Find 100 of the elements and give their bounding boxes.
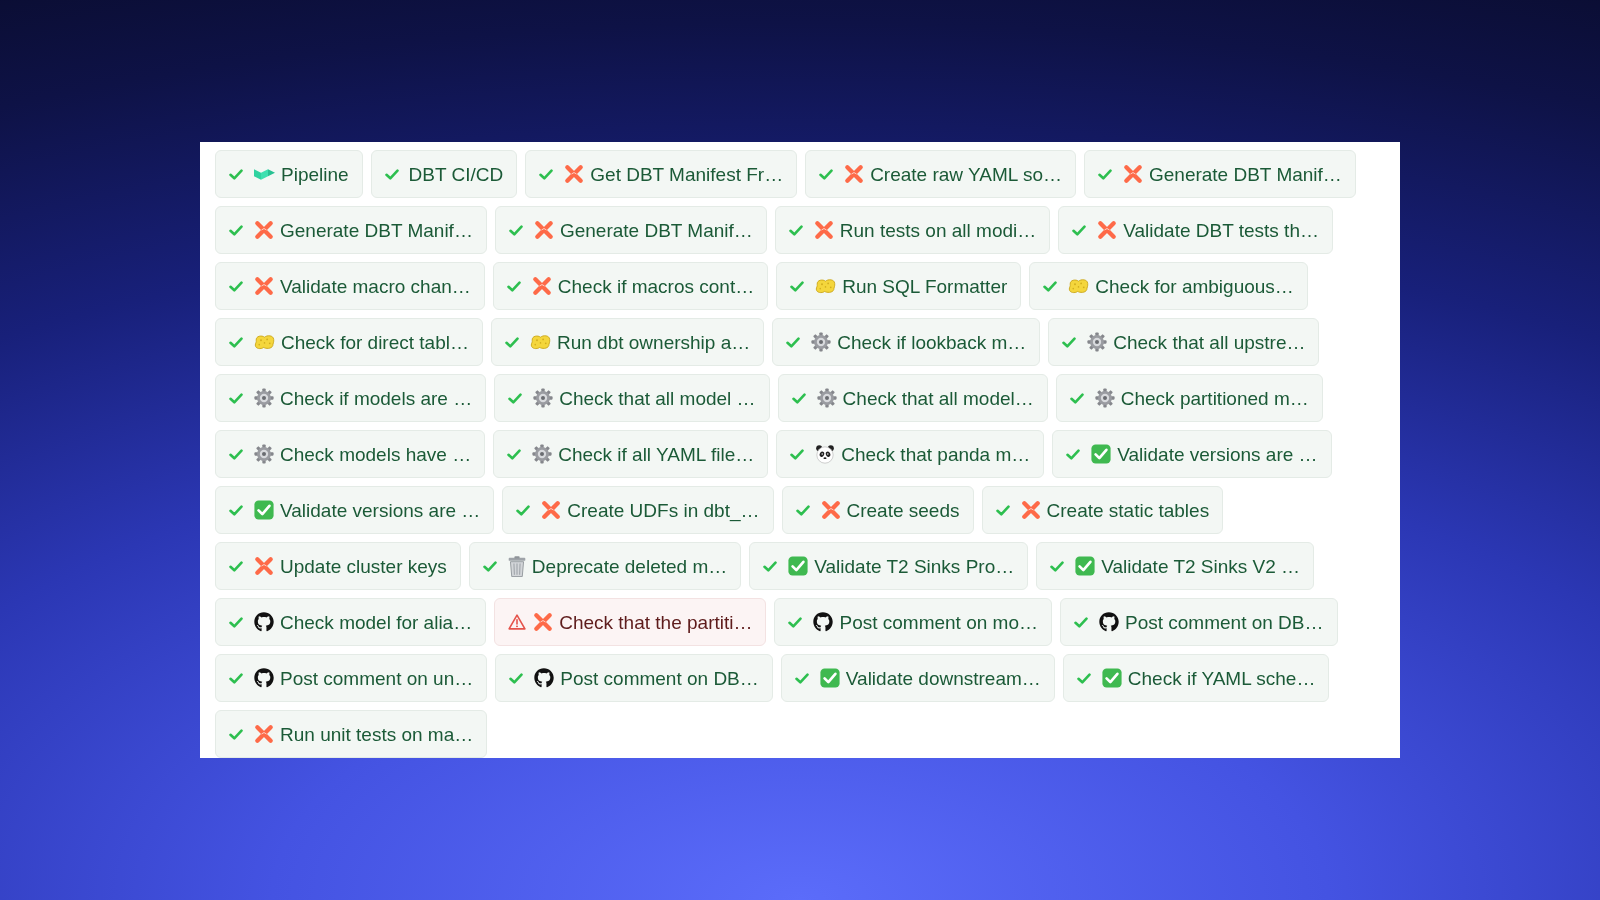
build-step-button[interactable]: Check model for alia… <box>215 598 487 646</box>
build-step-button[interactable]: Generate DBT Manif… <box>215 206 487 254</box>
build-step-button[interactable]: Create raw YAML so… <box>805 150 1076 198</box>
build-step-button[interactable]: Validate versions are … <box>1052 430 1332 478</box>
check-icon <box>790 448 805 460</box>
check-icon <box>509 672 524 684</box>
build-step-button[interactable]: Post comment on mo… <box>774 598 1052 646</box>
cross-logo-icon <box>1122 164 1143 184</box>
check-box-icon <box>1075 556 1096 576</box>
check-icon <box>506 280 521 292</box>
cross-logo-icon <box>533 220 554 240</box>
gear-icon <box>532 444 553 464</box>
build-step-button[interactable]: Check for ambiguous… <box>1029 262 1308 310</box>
check-box-icon <box>788 556 809 576</box>
check-icon <box>229 280 243 292</box>
cross-logo-icon <box>254 276 274 296</box>
check-icon <box>229 392 243 404</box>
check-icon <box>1074 616 1088 628</box>
gear-icon <box>533 388 554 408</box>
check-box-icon <box>1091 444 1112 464</box>
build-step-button[interactable]: Validate versions are … <box>215 486 495 534</box>
build-step-button[interactable]: Check for direct tabl… <box>215 318 483 366</box>
check-icon <box>507 448 522 460</box>
check-box-icon <box>1101 668 1122 688</box>
check-box-icon <box>254 500 274 520</box>
build-step-button[interactable]: Check partitioned m… <box>1055 374 1323 422</box>
build-step-button[interactable]: Validate DBT tests th… <box>1058 206 1333 254</box>
github-icon <box>813 612 834 632</box>
build-step-button[interactable]: Run tests on all modi… <box>774 206 1051 254</box>
build-step-button[interactable]: Run SQL Formatter <box>776 262 1022 310</box>
gear-icon <box>1087 332 1108 352</box>
check-icon <box>229 728 243 740</box>
build-step-button[interactable]: Validate T2 Sinks V2 … <box>1036 542 1315 590</box>
check-icon <box>819 168 834 180</box>
check-icon <box>790 280 805 292</box>
build-step-button[interactable]: Check that all model … <box>494 374 770 422</box>
check-icon <box>508 224 523 236</box>
build-step-button[interactable]: Update cluster keys <box>215 542 461 590</box>
check-icon <box>786 336 801 348</box>
build-step-button[interactable]: Run dbt ownership a… <box>490 318 765 366</box>
build-step-button[interactable]: Check that panda m… <box>776 430 1045 478</box>
check-box-icon <box>819 668 840 688</box>
build-step-button[interactable]: Deprecate deleted m… <box>468 542 742 590</box>
check-icon <box>229 168 243 180</box>
cross-logo-icon <box>541 500 562 520</box>
github-icon <box>254 612 274 632</box>
check-icon <box>229 224 243 236</box>
build-step-button[interactable]: Run unit tests on ma… <box>215 710 488 758</box>
build-step-button[interactable]: Get DBT Manifest Fr… <box>525 150 798 198</box>
logo-icon <box>254 167 275 181</box>
check-icon <box>1050 560 1065 572</box>
build-step-button[interactable]: Create UDFs in dbt_… <box>502 486 774 534</box>
sponge-icon <box>254 333 275 351</box>
build-step-button[interactable]: Check if models are … <box>215 374 487 422</box>
build-step-button[interactable]: Pipeline <box>215 150 363 198</box>
build-step-button[interactable]: Check if all YAML file… <box>493 430 769 478</box>
github-icon <box>1099 612 1119 632</box>
build-step-button[interactable]: Check models have … <box>215 430 486 478</box>
cross-logo-icon <box>1020 500 1041 520</box>
build-step-button[interactable]: Check if YAML sche… <box>1062 654 1330 702</box>
build-step-button[interactable]: Post comment on un… <box>215 654 488 702</box>
check-icon <box>794 672 809 684</box>
gear-icon <box>254 444 274 464</box>
check-icon <box>1062 336 1077 348</box>
cross-logo-icon <box>533 612 554 632</box>
check-icon <box>516 504 531 516</box>
cross-logo-icon <box>564 164 585 184</box>
build-step-button[interactable]: Post comment on DB… <box>495 654 773 702</box>
build-step-button[interactable]: DBT CI/CD <box>370 150 518 198</box>
build-step-button[interactable]: Check that all upstre… <box>1048 318 1320 366</box>
cross-logo-icon <box>1097 220 1118 240</box>
check-icon <box>791 392 806 404</box>
check-icon <box>508 392 523 404</box>
check-icon <box>1069 392 1084 404</box>
check-icon <box>1097 168 1112 180</box>
build-step-button[interactable]: Check that the partiti… <box>494 598 767 646</box>
build-step-button[interactable]: Generate DBT Manif… <box>1083 150 1356 198</box>
build-step-button[interactable]: Create seeds <box>781 486 974 534</box>
cross-logo-icon <box>813 220 834 240</box>
build-step-button[interactable]: Create static tables <box>981 486 1224 534</box>
build-step-button[interactable]: Check if macros cont… <box>492 262 769 310</box>
build-step-button[interactable]: Validate T2 Sinks Pro… <box>749 542 1029 590</box>
check-icon <box>229 448 243 460</box>
check-icon <box>504 336 519 348</box>
check-icon <box>229 672 243 684</box>
build-step-button[interactable]: Check if lookback m… <box>772 318 1041 366</box>
build-step-button[interactable]: Check that all model… <box>777 374 1048 422</box>
trash-icon <box>507 555 526 577</box>
build-step-button[interactable]: Validate macro chan… <box>215 262 485 310</box>
check-icon <box>229 504 243 516</box>
github-icon <box>534 668 555 688</box>
check-icon <box>1076 672 1091 684</box>
check-icon <box>1043 280 1058 292</box>
build-step-button[interactable]: Validate downstream… <box>780 654 1055 702</box>
check-icon <box>229 336 243 348</box>
sponge-icon <box>1068 277 1090 295</box>
build-step-button[interactable]: Post comment on DB… <box>1060 598 1338 646</box>
build-step-button[interactable]: Generate DBT Manif… <box>494 206 767 254</box>
check-icon <box>1066 448 1081 460</box>
gear-icon <box>811 332 832 352</box>
